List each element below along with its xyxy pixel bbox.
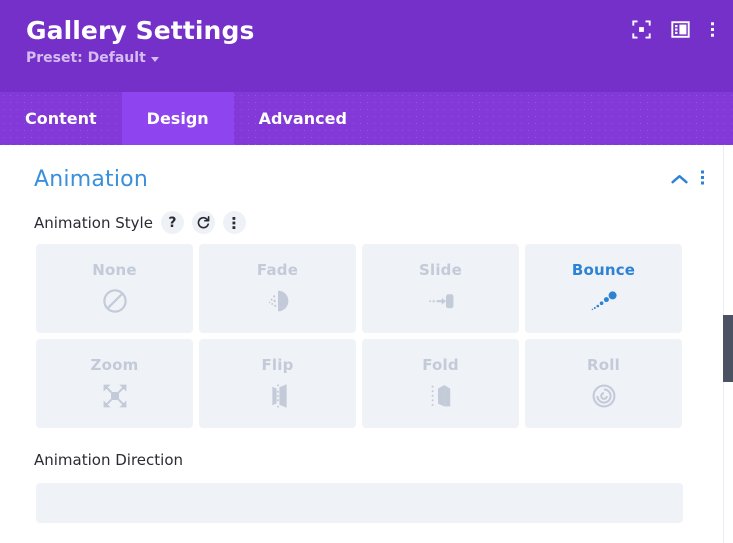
animation-option-bounce[interactable]: Bounce (525, 244, 682, 333)
chevron-up-icon[interactable] (671, 170, 688, 189)
settings-body: Animation Animation Style ? (0, 145, 733, 543)
section-more-vertical-icon[interactable] (700, 169, 705, 190)
section-title: Animation (34, 167, 148, 192)
animation-option-zoom[interactable]: Zoom (36, 339, 193, 428)
option-label: Fade (257, 261, 298, 279)
bounce-icon (588, 286, 620, 316)
flip-icon (264, 381, 292, 411)
roll-spiral-icon (590, 381, 618, 411)
tab-content[interactable]: Content (0, 92, 122, 145)
help-icon[interactable]: ? (161, 211, 184, 234)
section-header-icons (671, 169, 713, 190)
option-label: Flip (261, 356, 293, 374)
fold-icon (427, 381, 455, 411)
tab-advanced[interactable]: Advanced (234, 92, 372, 145)
style-more-vertical-icon[interactable] (223, 211, 246, 234)
option-label: Fold (422, 356, 459, 374)
animation-direction-label: Animation Direction (0, 428, 733, 469)
fade-icon (264, 286, 292, 316)
slide-icon (426, 286, 456, 316)
animation-section-header: Animation (0, 145, 733, 192)
focus-target-icon[interactable] (632, 20, 651, 39)
animation-option-roll[interactable]: Roll (525, 339, 682, 428)
animation-direction-select[interactable] (36, 483, 683, 523)
page-title: Gallery Settings (26, 14, 711, 48)
more-vertical-icon[interactable] (710, 20, 715, 39)
option-label: Zoom (91, 356, 139, 374)
option-label: None (92, 261, 137, 279)
scrollbar-thumb[interactable] (723, 315, 733, 382)
zoom-expand-icon (101, 381, 129, 411)
layout-panel-icon[interactable] (671, 20, 690, 39)
animation-option-slide[interactable]: Slide (362, 244, 519, 333)
settings-tabs: Content Design Advanced (0, 92, 733, 145)
chevron-down-icon (151, 57, 159, 62)
modal-header: Gallery Settings Preset: Default (0, 0, 733, 92)
animation-option-none[interactable]: None (36, 244, 193, 333)
scrollbar-track[interactable] (723, 145, 733, 543)
animation-style-label-row: Animation Style ? (0, 192, 733, 234)
option-label: Slide (419, 261, 462, 279)
header-actions (632, 20, 715, 39)
tab-design[interactable]: Design (122, 92, 234, 145)
no-entry-icon (101, 286, 129, 316)
option-label: Bounce (572, 261, 635, 279)
animation-option-fade[interactable]: Fade (199, 244, 356, 333)
option-label: Roll (587, 356, 620, 374)
animation-option-fold[interactable]: Fold (362, 339, 519, 428)
animation-style-options: None Fade (0, 234, 733, 428)
preset-label: Preset: Default (26, 50, 146, 66)
preset-selector[interactable]: Preset: Default (26, 50, 711, 66)
gallery-settings-modal: Gallery Settings Preset: Default (0, 0, 733, 543)
reset-icon[interactable] (192, 211, 215, 234)
animation-style-label: Animation Style (34, 214, 153, 232)
animation-option-flip[interactable]: Flip (199, 339, 356, 428)
